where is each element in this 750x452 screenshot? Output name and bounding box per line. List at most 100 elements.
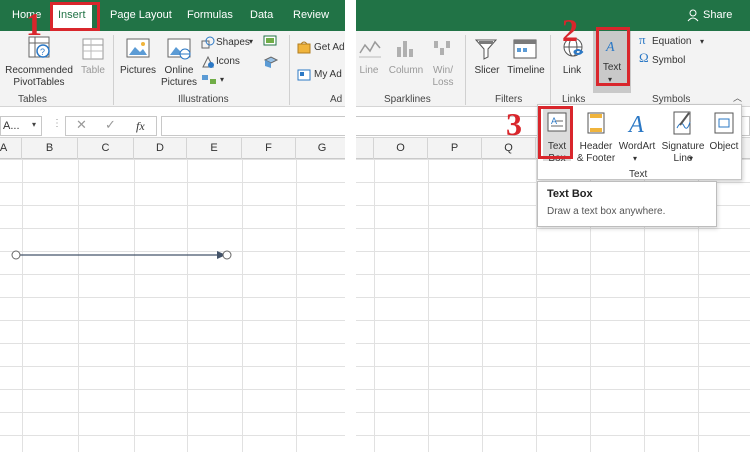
group-separator xyxy=(289,35,290,105)
header-footer-icon[interactable] xyxy=(586,111,606,135)
column-header[interactable]: A xyxy=(0,138,22,159)
step-1-marker: 1 xyxy=(26,6,42,42)
enter-icon[interactable]: ✓ xyxy=(105,118,116,131)
svg-text:A: A xyxy=(627,112,644,136)
grid-line xyxy=(242,159,243,452)
insert-function-icon[interactable]: fx xyxy=(136,120,145,132)
insert-ribbon: ? Recommended PivotTables Table Tables P… xyxy=(0,31,345,107)
shapes-icon[interactable] xyxy=(201,36,215,50)
left-screenshot-panel: Home Insert Page Layout Formulas Data Re… xyxy=(0,0,345,452)
name-box-dropdown-icon[interactable]: ▾ xyxy=(32,119,36,131)
group-separator xyxy=(550,35,551,105)
formula-buttons: ✕ ✓ fx xyxy=(65,116,157,136)
column-header[interactable]: B xyxy=(22,138,78,159)
selected-line-shape[interactable] xyxy=(8,246,238,264)
online-pictures-label: Online Pictures xyxy=(160,65,198,88)
table-label: Table xyxy=(81,65,105,76)
shapes-dropdown-arrow-icon[interactable]: ▾ xyxy=(249,36,253,48)
online-pictures-icon[interactable] xyxy=(166,35,192,61)
symbol-button[interactable]: Symbol xyxy=(652,55,685,67)
column-header[interactable]: P xyxy=(428,138,482,159)
group-filters-label: Filters xyxy=(495,94,523,105)
tab-review[interactable]: Review xyxy=(293,9,329,21)
text-box-highlight xyxy=(538,106,573,159)
equation-dropdown-arrow-icon[interactable]: ▾ xyxy=(700,36,704,48)
icons-button[interactable]: Icons xyxy=(216,56,240,68)
symbol-icon[interactable]: Ω xyxy=(639,51,649,64)
grid-line xyxy=(187,159,188,452)
pictures-icon[interactable] xyxy=(125,35,151,61)
tab-page-layout[interactable]: Page Layout xyxy=(110,9,172,21)
grid-line xyxy=(296,159,297,452)
group-separator xyxy=(113,35,114,105)
name-box-value: A... xyxy=(3,120,20,132)
signature-dropdown-arrow-icon[interactable]: ▾ xyxy=(689,153,693,165)
recommended-pivottables-label: Recommended PivotTables xyxy=(5,65,73,88)
timeline-label: Timeline xyxy=(507,65,545,76)
sparkline-winloss-label: Win/ Loss xyxy=(432,65,454,88)
sparkline-line-label: Line xyxy=(359,65,379,76)
object-label: Object xyxy=(709,141,739,152)
column-header[interactable]: C xyxy=(78,138,134,159)
wordart-dropdown-arrow-icon[interactable]: ▾ xyxy=(633,153,637,165)
equation-icon[interactable]: π xyxy=(639,33,646,46)
grid-line xyxy=(134,159,135,452)
wordart-label: WordArt xyxy=(618,141,656,152)
group-addins-label: Ad xyxy=(330,94,343,105)
tab-data[interactable]: Data xyxy=(250,9,273,21)
share-button[interactable]: Share xyxy=(703,9,732,21)
icons-icon[interactable] xyxy=(201,55,215,69)
formula-bar-grip-icon: ⋮ xyxy=(52,118,62,129)
grid-line xyxy=(78,159,79,452)
grid-line xyxy=(482,159,483,452)
dropdown-group-label: Text xyxy=(629,169,648,180)
3d-models-icon[interactable] xyxy=(262,55,280,69)
equation-button[interactable]: Equation xyxy=(652,36,691,48)
worksheet-grid[interactable] xyxy=(0,159,345,452)
column-header[interactable]: F xyxy=(242,138,296,159)
object-icon[interactable] xyxy=(713,111,735,135)
column-header-row: A B C D E F G xyxy=(0,138,345,159)
panel-divider xyxy=(345,0,356,452)
column-header[interactable]: G xyxy=(296,138,345,159)
formula-bar: A... ▾ ⋮ ✕ ✓ fx xyxy=(0,108,345,138)
smartart-icon[interactable] xyxy=(201,73,219,87)
group-separator xyxy=(465,35,466,105)
my-addins-icon[interactable] xyxy=(297,68,311,82)
screenshot-icon[interactable] xyxy=(262,34,278,48)
ribbon-tab-bar: Share xyxy=(356,0,750,31)
column-header[interactable]: O xyxy=(374,138,428,159)
tab-formulas[interactable]: Formulas xyxy=(187,9,233,21)
wordart-icon[interactable]: A xyxy=(626,110,648,136)
sparkline-line-icon[interactable] xyxy=(358,37,382,59)
grid-line xyxy=(428,159,429,452)
timeline-icon[interactable] xyxy=(512,37,538,61)
pictures-label: Pictures xyxy=(119,65,157,76)
cancel-icon[interactable]: ✕ xyxy=(76,118,87,131)
link-label: Link xyxy=(562,65,582,76)
svg-text:?: ? xyxy=(40,47,45,57)
text-button-highlight xyxy=(596,27,630,86)
shapes-button[interactable]: Shapes xyxy=(216,37,250,49)
header-footer-label: Header & Footer xyxy=(576,141,616,164)
tooltip-title: Text Box xyxy=(547,188,593,200)
column-header[interactable]: D xyxy=(134,138,187,159)
column-header[interactable] xyxy=(356,138,374,159)
share-person-icon[interactable] xyxy=(687,9,700,22)
signature-line-icon[interactable] xyxy=(672,110,694,136)
my-addins-button[interactable]: My Ad xyxy=(314,69,342,81)
step-2-marker: 2 xyxy=(562,12,578,48)
get-addins-button[interactable]: Get Ad xyxy=(314,42,345,54)
group-illustrations-label: Illustrations xyxy=(178,94,229,105)
slicer-icon[interactable] xyxy=(474,37,498,61)
sparkline-column-icon[interactable] xyxy=(394,37,418,59)
smartart-dropdown-arrow-icon[interactable]: ▾ xyxy=(220,74,224,86)
sparkline-winloss-icon[interactable] xyxy=(431,37,455,59)
table-icon[interactable] xyxy=(81,37,105,61)
formula-input[interactable] xyxy=(161,116,345,136)
collapse-ribbon-icon[interactable]: ︿ xyxy=(733,92,742,104)
sparkline-column-label: Column xyxy=(388,65,424,76)
store-icon[interactable] xyxy=(297,40,311,54)
column-header[interactable]: E xyxy=(187,138,242,159)
text-box-tooltip: Text Box Draw a text box anywhere. xyxy=(537,181,717,227)
